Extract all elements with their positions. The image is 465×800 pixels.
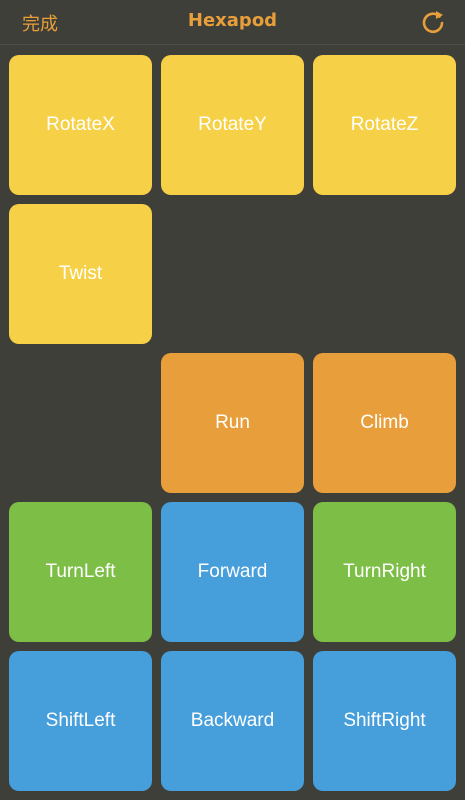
turn-left-button[interactable]: TurnLeft	[9, 502, 152, 642]
twist-button[interactable]: Twist	[9, 204, 152, 344]
rotate-y-button[interactable]: RotateY	[161, 55, 304, 195]
rotate-x-button[interactable]: RotateX	[9, 55, 152, 195]
climb-button[interactable]: Climb	[313, 353, 456, 493]
refresh-icon[interactable]	[419, 8, 447, 36]
run-button[interactable]: Run	[161, 353, 304, 493]
rotate-z-button[interactable]: RotateZ	[313, 55, 456, 195]
turn-right-button[interactable]: TurnRight	[313, 502, 456, 642]
empty-slot	[313, 204, 456, 344]
hexapod-controller-screen: 完成 Hexapod RotateX RotateY RotateZ Twist…	[0, 0, 465, 800]
shift-left-button[interactable]: ShiftLeft	[9, 651, 152, 791]
page-title: Hexapod	[187, 10, 278, 31]
navigation-bar: 完成 Hexapod	[0, 0, 465, 45]
backward-button[interactable]: Backward	[161, 651, 304, 791]
empty-slot	[161, 204, 304, 344]
empty-slot	[9, 353, 152, 493]
control-grid: RotateX RotateY RotateZ Twist Run Climb …	[9, 55, 457, 795]
shift-right-button[interactable]: ShiftRight	[313, 651, 456, 791]
forward-button[interactable]: Forward	[161, 502, 304, 642]
